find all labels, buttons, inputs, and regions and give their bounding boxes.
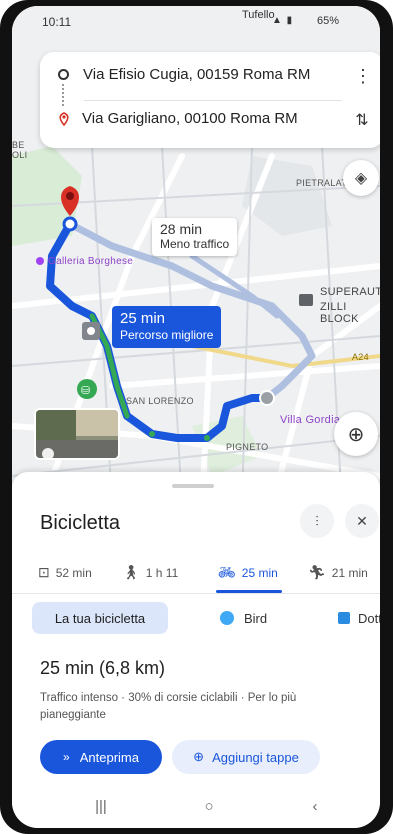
screen: ⛁ Galleria Borghese PIETRALATA SUPERAUTO…	[12, 6, 380, 828]
run-icon: 🏃︎	[308, 564, 326, 580]
tab-run[interactable]: 🏃︎ 21 min	[308, 564, 368, 581]
tab-bike-label: 25 min	[241, 565, 278, 580]
map-label-edge: BE OLI	[12, 140, 28, 160]
best-route-tag[interactable]: 25 min Percorso migliore	[112, 306, 222, 348]
home-icon[interactable]: ○	[194, 798, 224, 815]
chip-bird-label: Bird	[244, 610, 268, 626]
alt-route-note: Meno traffico	[160, 237, 230, 251]
tab-walk[interactable]: 🚶︎ 1 h 11	[122, 564, 178, 581]
layers-icon: ◈	[354, 170, 368, 187]
map-label-galleria: Galleria Borghese	[48, 256, 134, 267]
car-icon: ⊡	[38, 564, 50, 580]
preview-button[interactable]: » Anteprima	[40, 740, 162, 774]
directions-sheet: Bicicletta ⫶ ✕ ⊡ 52 min 🚶︎ 1 h 11 🚲︎ 25 …	[12, 472, 380, 828]
phone-frame: ⛁ Galleria Borghese PIETRALATA SUPERAUTO…	[0, 0, 393, 834]
travel-mode-tabs: ⊡ 52 min 🚶︎ 1 h 11 🚲︎ 25 min 🏃︎ 21 min	[12, 550, 380, 594]
bike-icon: 🚲︎	[218, 564, 236, 580]
close-button[interactable]: ✕	[345, 504, 379, 538]
chip-dott-label: Dott	[358, 610, 380, 626]
map-label-zilli: ZILLI BLOCK	[320, 301, 359, 325]
origin-circle-icon	[58, 69, 69, 80]
layers-button[interactable]: ◈	[343, 160, 379, 196]
provider-chips: La tua bicicletta Bird Dott	[12, 602, 380, 640]
destination-pin-icon	[58, 111, 70, 126]
best-route-note: Percorso migliore	[120, 328, 214, 342]
map-label-superauto: SUPERAUTO	[320, 286, 380, 298]
tab-car[interactable]: ⊡ 52 min	[38, 564, 92, 581]
crosshair-icon: ⊕	[347, 423, 365, 446]
map-label-san-lorenzo: SAN LORENZO	[126, 396, 194, 406]
alt-route-tag[interactable]: 28 min Meno traffico	[152, 218, 238, 256]
recents-icon[interactable]: |||	[86, 798, 116, 815]
signal-icon: ▲ ▮	[272, 15, 294, 26]
add-stops-button[interactable]: ⊕ Aggiungi tappe	[172, 740, 320, 774]
add-location-icon: ⊕	[193, 749, 205, 764]
alt-route-time: 28 min	[160, 221, 203, 237]
street-view-thumbnail[interactable]	[34, 408, 120, 460]
system-nav-bar: ||| ○ ‹	[12, 790, 380, 828]
tab-run-label: 21 min	[331, 565, 368, 580]
my-location-button[interactable]: ⊕	[334, 412, 378, 456]
close-icon: ✕	[356, 512, 368, 529]
tab-car-label: 52 min	[55, 565, 92, 580]
route-duration: 25 min (6,8 km)	[40, 658, 166, 678]
status-carrier: Tufello	[242, 9, 275, 21]
add-stops-label: Aggiungi tappe	[212, 749, 299, 765]
route-dots	[62, 84, 64, 106]
svg-text:⛁: ⛁	[81, 384, 90, 397]
chip-dott[interactable]: Dott	[326, 602, 380, 634]
dott-logo-icon	[338, 612, 350, 624]
chip-own-bike[interactable]: La tua bicicletta	[32, 602, 168, 634]
map-label-villa: Villa Gordia	[280, 414, 341, 426]
sheet-handle[interactable]	[172, 484, 214, 488]
status-time: 10:11	[42, 15, 72, 29]
route-divider	[84, 100, 342, 101]
tab-walk-label: 1 h 11	[145, 565, 179, 580]
back-icon[interactable]: ‹	[300, 798, 330, 815]
sliders-icon: ⫶	[315, 512, 319, 529]
origin-field[interactable]: Via Efisio Cugia, 00159 Roma RM	[58, 66, 310, 83]
sheet-title: Bicicletta	[40, 512, 121, 534]
route-description: Traffico intenso · 30% di corsie ciclabi…	[40, 692, 297, 721]
map-label-pigneto: PIGNETO	[226, 442, 269, 452]
double-chevron-icon: »	[63, 750, 70, 764]
active-tab-indicator	[216, 590, 282, 593]
status-battery: 65%	[317, 15, 340, 27]
bird-logo-icon	[220, 611, 234, 625]
walk-icon: 🚶︎	[122, 564, 140, 580]
destination-field[interactable]: Via Garigliano, 00100 Roma RM	[58, 110, 298, 127]
swap-icon[interactable]: ⇅	[350, 110, 374, 130]
destination-text: Via Garigliano, 00100 Roma RM	[82, 110, 298, 127]
route-inputs-card: Via Efisio Cugia, 00159 Roma RM Via Gari…	[40, 52, 380, 148]
preview-label: Anteprima	[79, 749, 139, 765]
chip-bird[interactable]: Bird	[208, 602, 279, 634]
map-label-a24: A24	[352, 352, 369, 362]
best-route-time: 25 min	[120, 310, 166, 327]
more-options-icon[interactable]: ⋮	[354, 66, 372, 87]
tab-bike[interactable]: 🚲︎ 25 min	[218, 564, 278, 581]
origin-text: Via Efisio Cugia, 00159 Roma RM	[83, 66, 311, 83]
status-bar: 10:11 Tufello ▲ ▮ 65%	[12, 6, 380, 34]
options-button[interactable]: ⫶	[300, 504, 334, 538]
